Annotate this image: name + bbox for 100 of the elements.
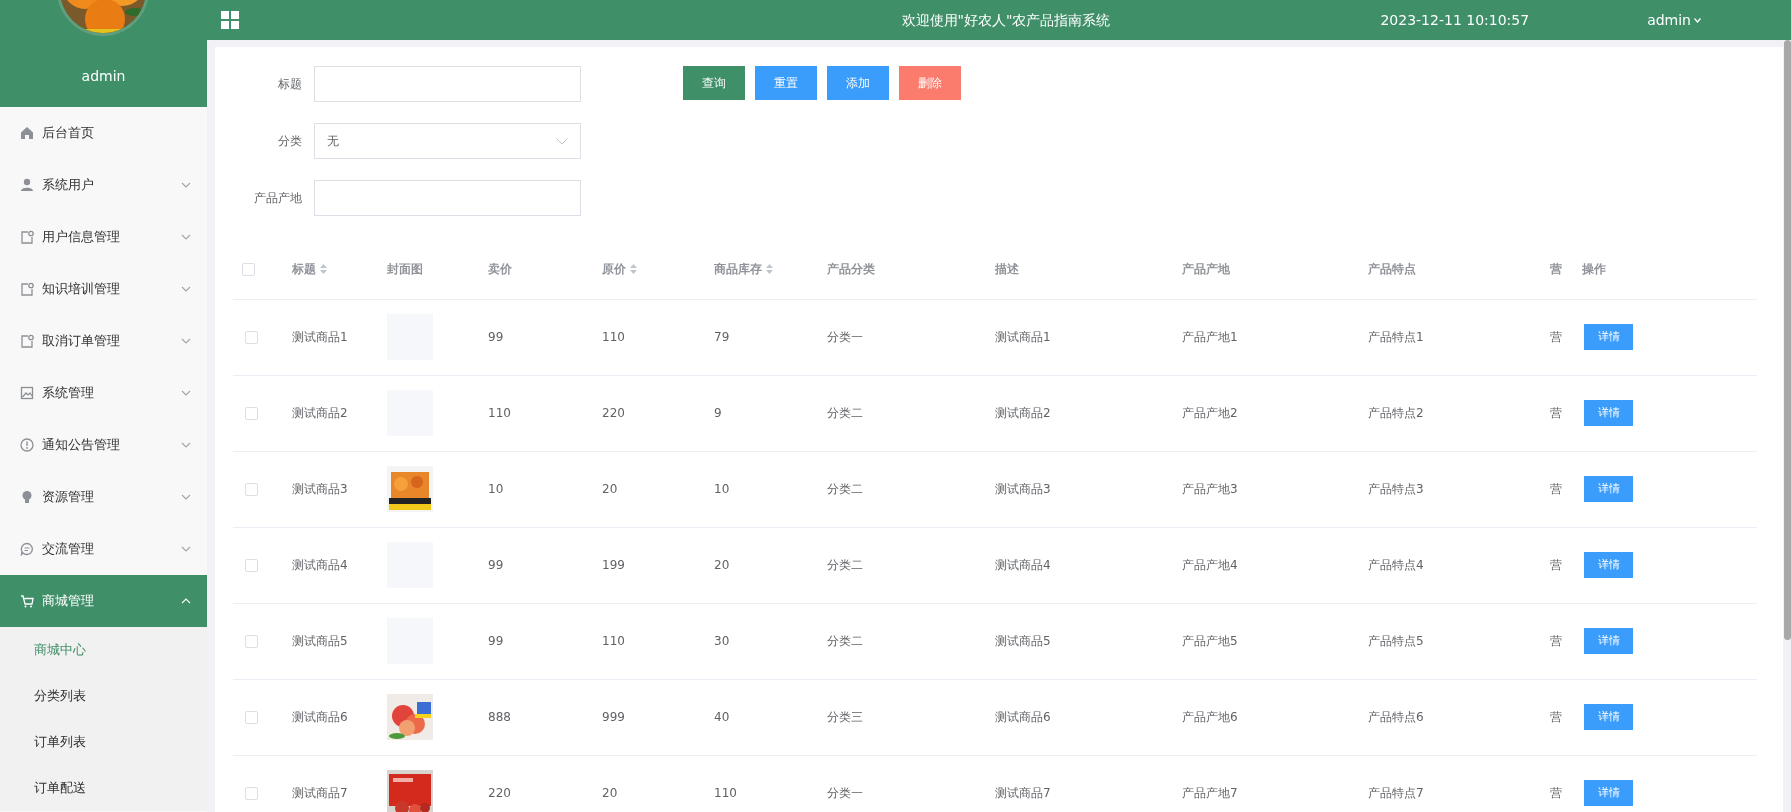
submenu-item[interactable]: 订单列表 — [0, 719, 207, 765]
menu-item[interactable]: 系统管理 — [0, 367, 207, 419]
sort-icon[interactable] — [320, 264, 327, 275]
table-cell: 测试商品2 — [292, 406, 348, 420]
checkbox[interactable] — [242, 262, 255, 276]
field-label: 分类 — [277, 133, 302, 150]
table-cell: 999 — [602, 710, 625, 724]
table-cell: 营 — [1550, 710, 1562, 724]
document-icon — [20, 334, 34, 348]
sort-icon[interactable] — [766, 264, 773, 275]
table-cell: 测试商品1 — [292, 330, 348, 344]
table-cell: 9 — [714, 406, 722, 420]
scrollbar[interactable] — [1784, 40, 1791, 640]
detail-button[interactable]: 详情 — [1584, 476, 1633, 502]
column-header: 操作 — [1582, 261, 1606, 276]
field-label: 产品产地 — [253, 190, 302, 207]
table-cell: 30 — [714, 634, 730, 648]
menu-item[interactable]: 商城管理 — [0, 575, 207, 627]
chat-icon — [20, 542, 34, 556]
checkbox[interactable] — [245, 711, 258, 724]
table-cell: 分类一 — [827, 330, 863, 344]
action-button[interactable]: 添加 — [827, 66, 889, 100]
table-cell: 测试商品5 — [995, 634, 1051, 648]
menu-item[interactable]: 后台首页 — [0, 107, 207, 159]
submenu-item[interactable]: 分类列表 — [0, 673, 207, 719]
table-cell: 110 — [488, 406, 511, 420]
table-cell: 产品特点3 — [1368, 482, 1424, 496]
table-cell: 测试商品7 — [995, 786, 1051, 800]
table-cell: 分类三 — [827, 710, 863, 724]
table-cell: 分类二 — [827, 482, 863, 496]
table-cell: 测试商品7 — [292, 786, 348, 800]
detail-button[interactable]: 详情 — [1584, 628, 1633, 654]
table-cell: 99 — [488, 634, 504, 648]
menu-item[interactable]: 用户信息管理 — [0, 211, 207, 263]
input-field[interactable] — [314, 180, 581, 216]
table-cell: 888 — [488, 710, 511, 724]
table-cell: 分类一 — [827, 786, 863, 800]
table-cell: 产品特点5 — [1368, 634, 1424, 648]
menu-item[interactable]: 系统用户 — [0, 159, 207, 211]
detail-button[interactable]: 详情 — [1584, 324, 1633, 350]
user-name: admin — [80, 67, 127, 86]
table-cell: 测试商品4 — [995, 558, 1051, 572]
submenu-item[interactable]: 订单配送 — [0, 765, 207, 811]
column-header: 商品库存 — [714, 261, 762, 276]
action-button[interactable]: 重置 — [755, 66, 817, 100]
table-cell: 99 — [488, 558, 504, 572]
checkbox[interactable] — [245, 559, 258, 572]
select-field[interactable]: 无 — [314, 123, 581, 159]
table-cell: 测试商品4 — [292, 558, 348, 572]
action-button[interactable]: 查询 — [683, 66, 745, 100]
table-cell: 220 — [488, 786, 511, 800]
table-cell: 产品产地1 — [1182, 330, 1238, 344]
menu-icon[interactable] — [221, 11, 239, 30]
checkbox[interactable] — [245, 635, 258, 648]
menu-item[interactable]: 通知公告管理 — [0, 419, 207, 471]
image-icon — [20, 386, 34, 400]
column-header: 标题 — [292, 261, 316, 276]
table-cell: 110 — [602, 634, 625, 648]
detail-button[interactable]: 详情 — [1584, 400, 1633, 426]
field-label: 标题 — [277, 76, 302, 93]
table-cell: 110 — [602, 330, 625, 344]
table-cell: 营 — [1550, 330, 1562, 344]
checkbox[interactable] — [245, 407, 258, 420]
detail-button[interactable]: 详情 — [1584, 552, 1633, 578]
cart-icon — [20, 594, 34, 608]
submenu-item[interactable]: 商城中心 — [0, 627, 207, 673]
user-icon — [20, 178, 34, 192]
table-cell: 20 — [602, 786, 618, 800]
table-cell: 产品产地7 — [1182, 786, 1238, 800]
datetime: 2023-12-11 10:10:57 — [1380, 10, 1530, 30]
action-button[interactable]: 删除 — [899, 66, 961, 100]
detail-button[interactable]: 详情 — [1584, 780, 1633, 806]
menu-item[interactable]: 知识培训管理 — [0, 263, 207, 315]
checkbox[interactable] — [245, 483, 258, 496]
sort-icon[interactable] — [630, 264, 637, 275]
table-cell: 99 — [488, 330, 504, 344]
menu-item[interactable]: 取消订单管理 — [0, 315, 207, 367]
table-cell: 测试商品1 — [995, 330, 1051, 344]
user-menu[interactable]: admin — [1647, 9, 1701, 31]
table-cell: 110 — [714, 786, 737, 800]
menu-item[interactable]: 资源管理 — [0, 471, 207, 523]
column-header: 产品产地 — [1182, 261, 1230, 276]
table-cell: 营 — [1550, 786, 1562, 800]
column-header: 营 — [1550, 261, 1562, 276]
menu-item[interactable]: 交流管理 — [0, 523, 207, 575]
table-cell: 产品产地6 — [1182, 710, 1238, 724]
table-cell: 营 — [1550, 634, 1562, 648]
column-header: 原价 — [602, 261, 626, 276]
input-field[interactable] — [314, 66, 581, 102]
table-cell: 10 — [488, 482, 504, 496]
column-header: 产品分类 — [827, 261, 875, 276]
table-cell: 测试商品5 — [292, 634, 348, 648]
detail-button[interactable]: 详情 — [1584, 704, 1633, 730]
table-cell: 营 — [1550, 406, 1562, 420]
info-icon — [20, 438, 34, 452]
chevron-icon — [556, 137, 568, 145]
bulb-icon — [20, 490, 34, 504]
checkbox[interactable] — [245, 331, 258, 344]
checkbox[interactable] — [245, 787, 258, 800]
table-cell: 测试商品3 — [292, 482, 348, 496]
